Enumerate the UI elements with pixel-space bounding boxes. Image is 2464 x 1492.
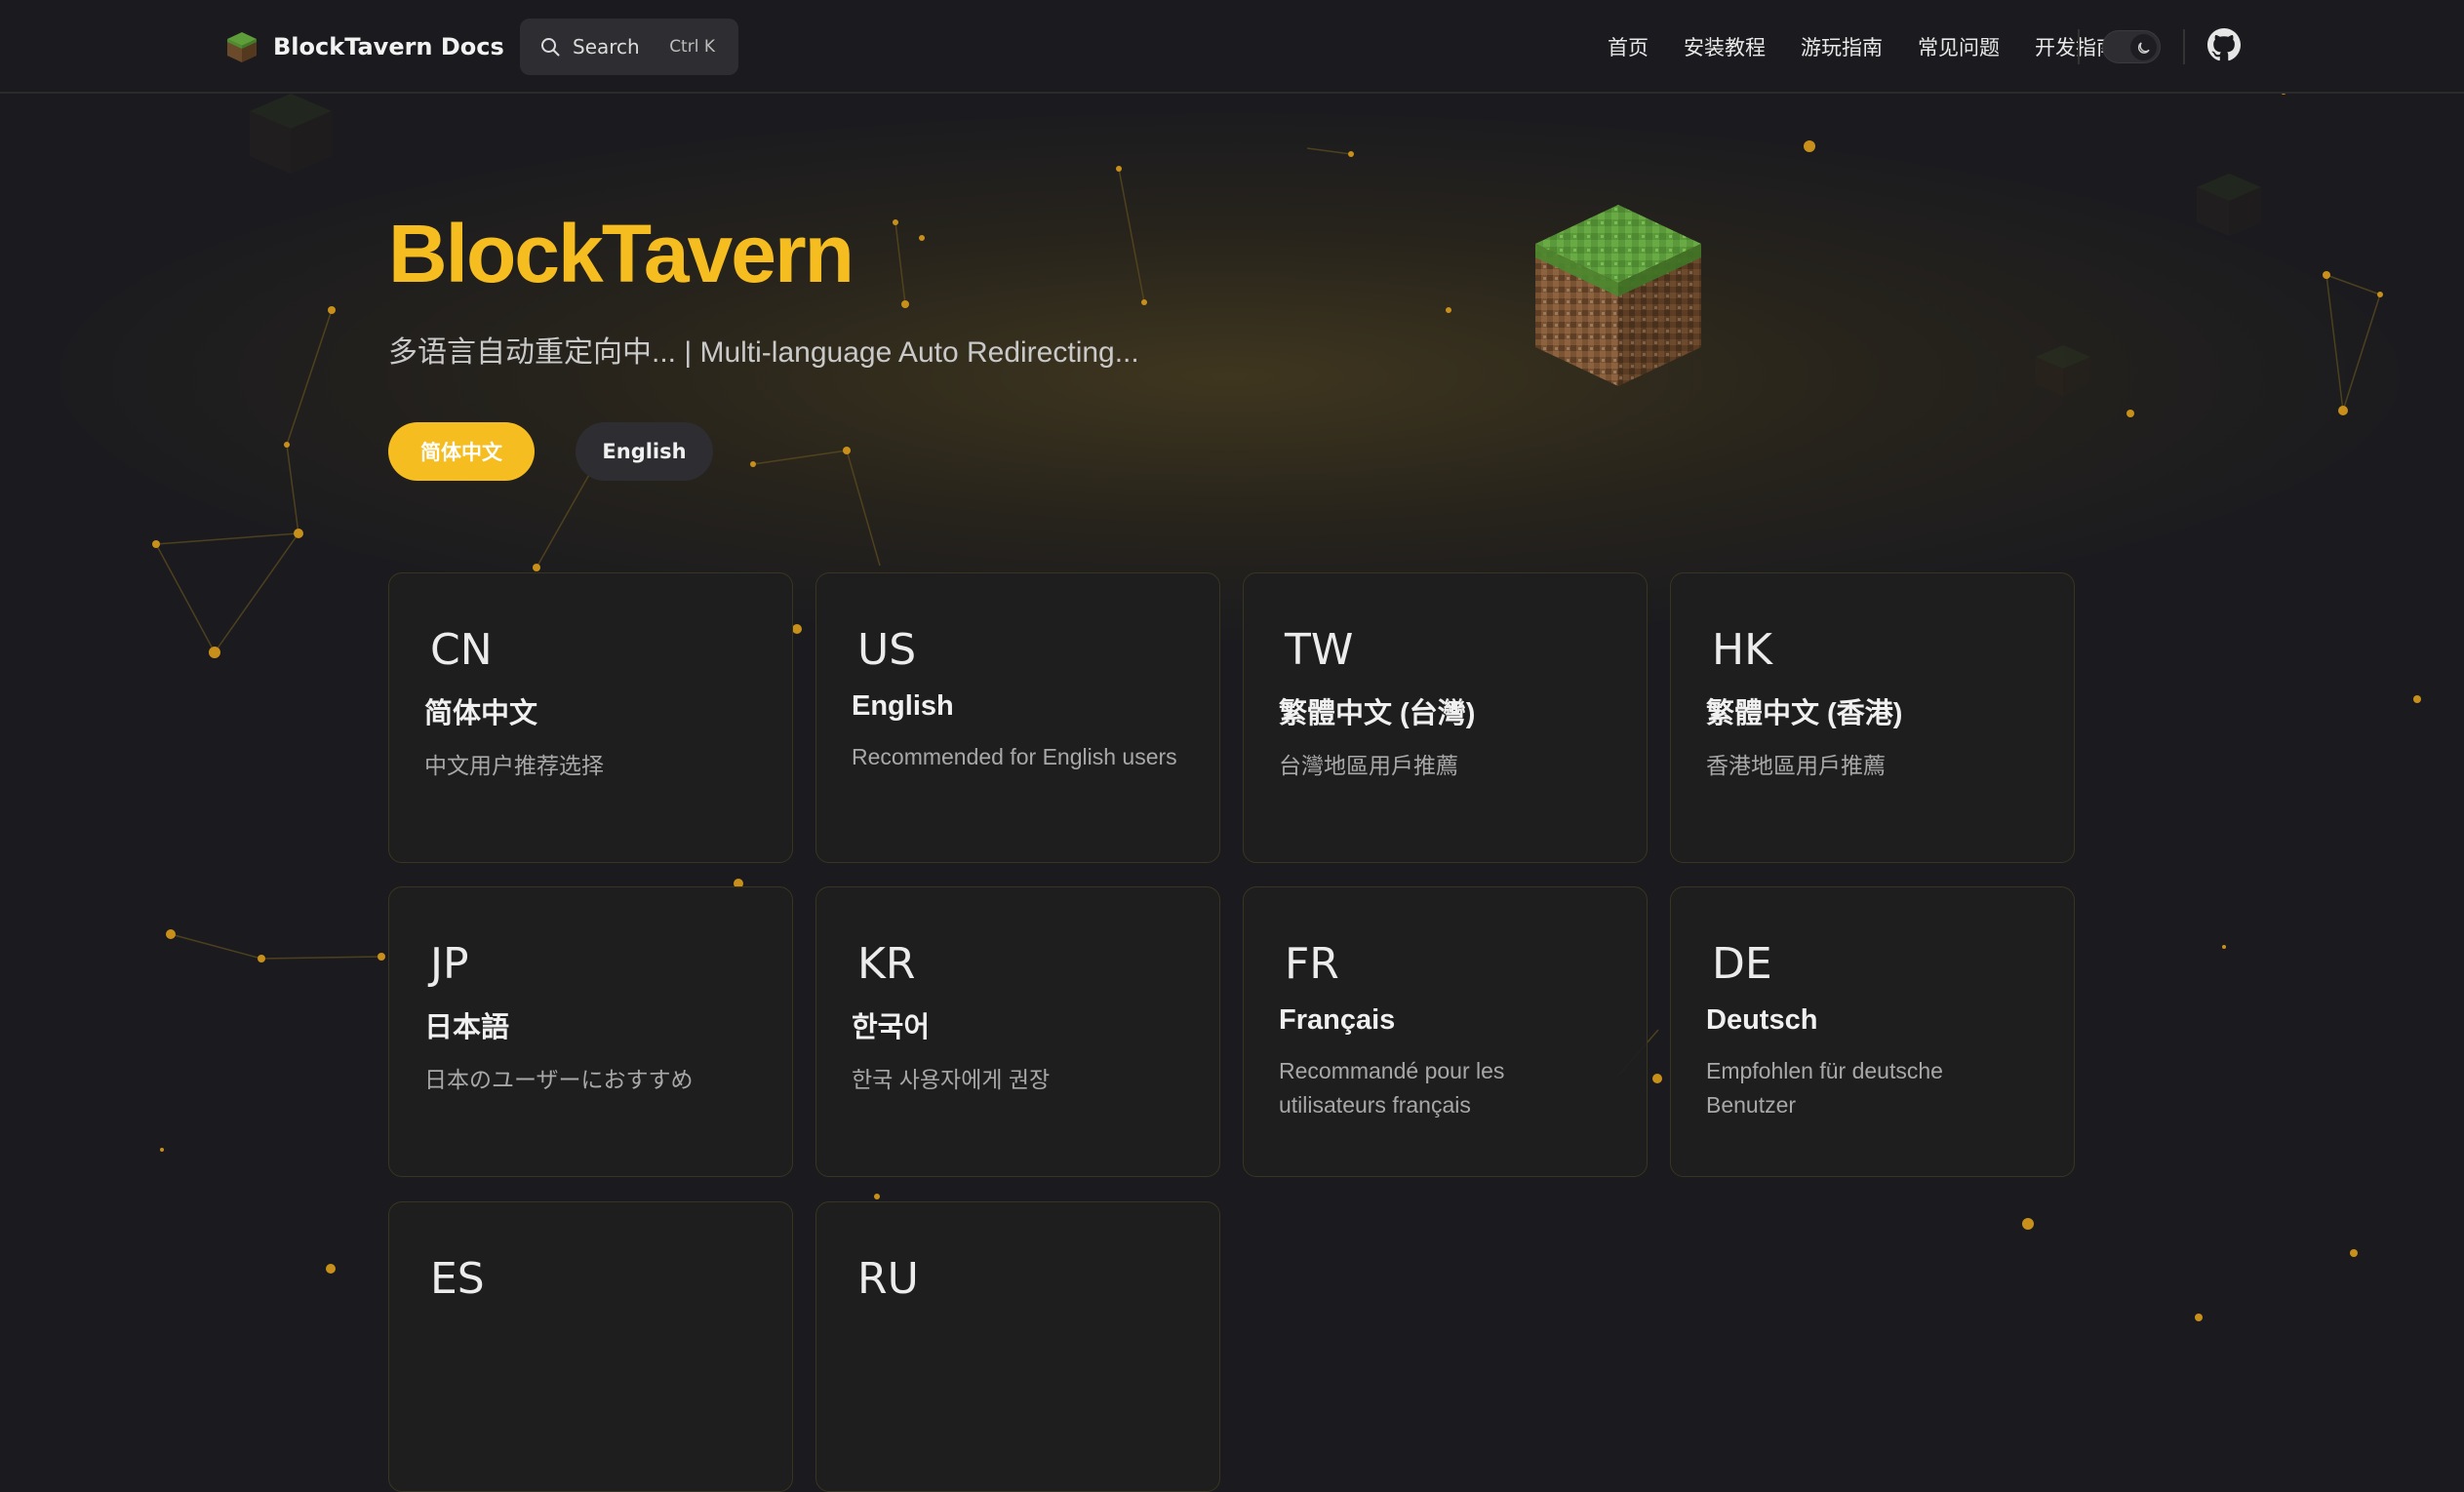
card-code: JP (430, 939, 469, 989)
search-button[interactable]: Search Ctrl K (520, 19, 738, 75)
theme-toggle[interactable] (2102, 30, 2161, 63)
language-card-cn[interactable]: CN 简体中文 中文用户推荐选择 (388, 572, 793, 863)
nav-link-install[interactable]: 安装教程 (1684, 32, 1766, 61)
card-details: 台灣地區用戶推薦 (1279, 753, 1458, 778)
hero-actions: 简体中文 English (388, 422, 754, 481)
language-card-fr[interactable]: FR Français Recommandé pour les utilisat… (1243, 886, 1648, 1177)
card-title: 繁體中文 (台灣) (1279, 698, 1476, 729)
grass-block-image (1535, 205, 1701, 386)
language-card-kr[interactable]: KR 한국어 한국 사용자에게 권장 (815, 886, 1220, 1177)
language-card-es[interactable]: ES (388, 1201, 793, 1492)
search-shortcut: Ctrl K (669, 37, 715, 57)
github-link[interactable] (2207, 28, 2245, 65)
card-details: Recommended for English users (852, 744, 1177, 769)
background-decoration (0, 94, 2464, 1333)
brand-link[interactable]: BlockTavern Docs (224, 25, 504, 68)
hero-tagline: 多语言自动重定向中... | Multi-language Auto Redir… (388, 336, 1139, 369)
navbar: BlockTavern Docs Search Ctrl K 首页 安装教程 游… (0, 0, 2464, 94)
card-title: Deutsch (1706, 1004, 1818, 1036)
nav-link-home[interactable]: 首页 (1608, 32, 1649, 61)
english-button[interactable]: English (576, 422, 713, 481)
brand-title: BlockTavern Docs (273, 33, 504, 60)
language-card-de[interactable]: DE Deutsch Empfohlen für deutsche Benutz… (1670, 886, 2075, 1177)
hero-title: BlockTavern (388, 208, 854, 299)
language-card-us[interactable]: US English Recommended for English users (815, 572, 1220, 863)
card-code: TW (1285, 625, 1354, 675)
language-card-jp[interactable]: JP 日本語 日本のユーザーにおすすめ (388, 886, 793, 1177)
nav-menu: 首页 安装教程 游玩指南 常见问题 开发指南 (1572, 0, 2117, 94)
card-title: 简体中文 (424, 698, 538, 729)
language-card-hk[interactable]: HK 繁體中文 (香港) 香港地區用戶推薦 (1670, 572, 2075, 863)
github-icon (2207, 28, 2241, 61)
search-label: Search (573, 35, 640, 59)
card-details: 香港地區用戶推薦 (1706, 753, 1886, 778)
card-details: Empfohlen für deutsche Benutzer (1706, 1058, 1943, 1118)
card-title: Français (1279, 1004, 1396, 1036)
language-card-ru[interactable]: RU (815, 1201, 1220, 1492)
grass-block-icon (227, 32, 257, 62)
card-title: 한국어 (852, 1012, 931, 1043)
card-title: English (852, 690, 954, 722)
card-details: 한국 사용자에게 권장 (852, 1067, 1051, 1092)
card-details: Recommandé pour les utilisateurs françai… (1279, 1058, 1505, 1118)
card-code: FR (1285, 939, 1339, 989)
nav-divider (2078, 29, 2080, 64)
card-title: 日本語 (424, 1012, 510, 1043)
card-code: KR (857, 939, 916, 989)
card-code: DE (1712, 939, 1772, 989)
card-code: CN (430, 625, 493, 675)
moon-icon (2137, 41, 2150, 54)
card-title: 繁體中文 (香港) (1706, 698, 1903, 729)
card-code: US (857, 625, 917, 675)
card-code: ES (430, 1254, 485, 1304)
card-details: 日本のユーザーにおすすめ (424, 1067, 694, 1092)
card-code: RU (857, 1254, 919, 1304)
nav-link-play-guide[interactable]: 游玩指南 (1801, 32, 1883, 61)
theme-toggle-knob (2130, 34, 2157, 60)
nav-divider-2 (2183, 29, 2185, 64)
simplified-chinese-button[interactable]: 简体中文 (388, 422, 535, 481)
language-card-tw[interactable]: TW 繁體中文 (台灣) 台灣地區用戶推薦 (1243, 572, 1648, 863)
card-details: 中文用户推荐选择 (424, 753, 604, 778)
card-code: HK (1712, 625, 1772, 675)
search-icon (541, 38, 560, 57)
nav-link-faq[interactable]: 常见问题 (1918, 32, 2000, 61)
constellation-network (152, 94, 2421, 1321)
